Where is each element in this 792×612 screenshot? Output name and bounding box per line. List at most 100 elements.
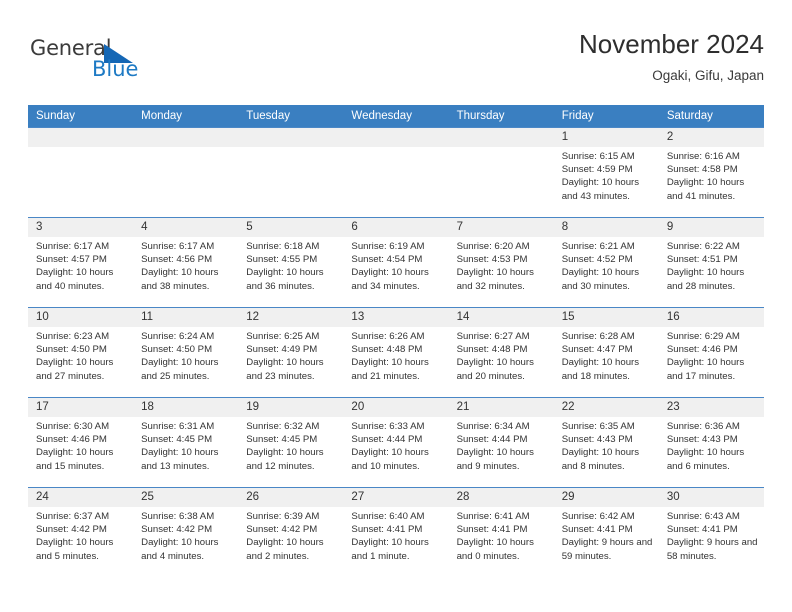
sunset-text: Sunset: 4:57 PM	[36, 254, 107, 266]
sunrise-text: Sunrise: 6:16 AM	[666, 151, 740, 162]
day-details: Sunrise: 6:30 AM Sunset: 4:46 PM Daylight:…	[28, 417, 133, 473]
day-number: 18	[133, 398, 239, 417]
day-details: Sunrise: 6:22 AM Sunset: 4:51 PM Daylight:…	[659, 237, 764, 293]
calendar-day-cell[interactable]: 2 Sunrise: 6:16 AM Sunset: 4:58 PM Daylight…	[658, 127, 764, 218]
day-number: 17	[28, 398, 134, 417]
day-number: 22	[553, 398, 659, 417]
calendar-day-cell[interactable]: 20 Sunrise: 6:33 AM Sunset: 4:44 PM Dayligh…	[343, 397, 449, 488]
day-number: 28	[448, 488, 554, 507]
day-details: Sunrise: 6:28 AM Sunset: 4:47 PM Daylight:…	[554, 327, 659, 383]
calendar-day-cell[interactable]: 18 Sunrise: 6:31 AM Sunset: 4:45 PM Dayligh…	[133, 397, 239, 488]
sunrise-text: Sunrise: 6:23 AM	[36, 331, 110, 342]
calendar-day-cell[interactable]: 6 Sunrise: 6:19 AM Sunset: 4:54 PM Daylight…	[343, 217, 449, 308]
sunrise-text: Sunrise: 6:17 AM	[141, 241, 215, 252]
sunset-text: Sunset: 4:53 PM	[456, 254, 528, 266]
day-details: Sunrise: 6:27 AM Sunset: 4:48 PM Daylight:…	[449, 327, 554, 383]
calendar-cell-empty	[448, 127, 554, 218]
daylight-text: Daylight: 10 hours and 34 minutes.	[351, 267, 429, 292]
day-details: Sunrise: 6:42 AM Sunset: 4:41 PM Daylight:…	[554, 507, 659, 563]
sunrise-text: Sunrise: 6:18 AM	[246, 241, 320, 252]
sunset-text: Sunset: 4:44 PM	[351, 434, 423, 446]
calendar-day-cell[interactable]: 29 Sunrise: 6:42 AM Sunset: 4:41 PM Dayligh…	[553, 487, 659, 580]
daylight-text: Daylight: 10 hours and 13 minutes.	[141, 447, 219, 472]
day-number: 24	[28, 488, 134, 507]
calendar-day-cell[interactable]: 28 Sunrise: 6:41 AM Sunset: 4:41 PM Dayligh…	[448, 487, 554, 580]
calendar-day-cell[interactable]: 15 Sunrise: 6:28 AM Sunset: 4:47 PM Dayligh…	[553, 307, 659, 398]
sunset-text: Sunset: 4:56 PM	[141, 254, 213, 266]
day-details: Sunrise: 6:38 AM Sunset: 4:42 PM Daylight:…	[133, 507, 238, 563]
calendar-day-cell[interactable]: 4 Sunrise: 6:17 AM Sunset: 4:56 PM Daylight…	[133, 217, 239, 308]
calendar-day-cell[interactable]: 24 Sunrise: 6:37 AM Sunset: 4:42 PM Dayligh…	[28, 487, 134, 580]
day-details: Sunrise: 6:26 AM Sunset: 4:48 PM Daylight:…	[343, 327, 448, 383]
day-details: Sunrise: 6:43 AM Sunset: 4:41 PM Daylight:…	[659, 507, 764, 563]
sunset-text: Sunset: 4:49 PM	[246, 344, 318, 356]
day-details: Sunrise: 6:37 AM Sunset: 4:42 PM Daylight:…	[28, 507, 133, 563]
calendar-day-cell[interactable]: 16 Sunrise: 6:29 AM Sunset: 4:46 PM Dayligh…	[658, 307, 764, 398]
day-details: Sunrise: 6:24 AM Sunset: 4:50 PM Daylight:…	[133, 327, 238, 383]
calendar-week-row: 1 Sunrise: 6:15 AM Sunset: 4:59 PM Daylight…	[28, 127, 764, 218]
day-details	[238, 147, 343, 150]
sunrise-text: Sunrise: 6:33 AM	[351, 421, 425, 432]
day-details: Sunrise: 6:33 AM Sunset: 4:44 PM Daylight:…	[343, 417, 448, 473]
day-number: 8	[553, 218, 659, 237]
calendar-day-cell[interactable]: 25 Sunrise: 6:38 AM Sunset: 4:42 PM Dayligh…	[133, 487, 239, 580]
day-details	[28, 147, 133, 150]
sunset-text: Sunset: 4:59 PM	[561, 164, 633, 176]
sunrise-text: Sunrise: 6:32 AM	[246, 421, 320, 432]
daylight-text: Daylight: 10 hours and 10 minutes.	[351, 447, 429, 472]
page-header: General Blue November 2024 Ogaki, Gifu, …	[28, 28, 764, 98]
calendar-day-cell[interactable]: 22 Sunrise: 6:35 AM Sunset: 4:43 PM Dayligh…	[553, 397, 659, 488]
calendar-header-row: Sunday Monday Tuesday Wednesday Thursday Frid…	[28, 105, 764, 128]
calendar-day-cell[interactable]: 1 Sunrise: 6:15 AM Sunset: 4:59 PM Daylight…	[553, 127, 659, 218]
sunrise-text: Sunrise: 6:39 AM	[246, 511, 320, 522]
daylight-text: Daylight: 10 hours and 2 minutes.	[246, 537, 324, 562]
weekday-header-sunday: Sunday	[28, 105, 134, 128]
calendar-day-cell[interactable]: 30 Sunrise: 6:43 AM Sunset: 4:41 PM Dayligh…	[658, 487, 764, 580]
day-details	[343, 147, 448, 150]
calendar-day-cell[interactable]: 12 Sunrise: 6:25 AM Sunset: 4:49 PM Dayligh…	[238, 307, 344, 398]
sunrise-text: Sunrise: 6:19 AM	[351, 241, 425, 252]
calendar-day-cell[interactable]: 9 Sunrise: 6:22 AM Sunset: 4:51 PM Daylight…	[658, 217, 764, 308]
day-number: 20	[343, 398, 449, 417]
day-number: 23	[658, 398, 764, 417]
general-blue-logo[interactable]: General Blue	[30, 36, 200, 88]
sunset-text: Sunset: 4:54 PM	[351, 254, 423, 266]
day-number: 12	[238, 308, 344, 327]
calendar-day-cell[interactable]: 7 Sunrise: 6:20 AM Sunset: 4:53 PM Daylight…	[448, 217, 554, 308]
sunset-text: Sunset: 4:45 PM	[246, 434, 318, 446]
calendar-day-cell[interactable]: 13 Sunrise: 6:26 AM Sunset: 4:48 PM Dayligh…	[343, 307, 449, 398]
page-subtitle: Ogaki, Gifu, Japan	[652, 68, 764, 83]
day-details: Sunrise: 6:23 AM Sunset: 4:50 PM Daylight:…	[28, 327, 133, 383]
sunrise-text: Sunrise: 6:36 AM	[666, 421, 740, 432]
sunset-text: Sunset: 4:43 PM	[666, 434, 738, 446]
sunset-text: Sunset: 4:41 PM	[561, 524, 633, 536]
day-number: 7	[448, 218, 554, 237]
calendar-day-cell[interactable]: 3 Sunrise: 6:17 AM Sunset: 4:57 PM Daylight…	[28, 217, 134, 308]
day-details: Sunrise: 6:20 AM Sunset: 4:53 PM Daylight:…	[449, 237, 554, 293]
daylight-text: Daylight: 10 hours and 30 minutes.	[561, 267, 640, 292]
day-number: 29	[553, 488, 659, 507]
day-details	[133, 147, 238, 150]
calendar-day-cell[interactable]: 27 Sunrise: 6:40 AM Sunset: 4:41 PM Dayligh…	[343, 487, 449, 580]
daylight-text: Daylight: 10 hours and 43 minutes.	[561, 177, 640, 202]
calendar-day-cell[interactable]: 11 Sunrise: 6:24 AM Sunset: 4:50 PM Dayligh…	[133, 307, 239, 398]
calendar-day-cell[interactable]: 5 Sunrise: 6:18 AM Sunset: 4:55 PM Daylight…	[238, 217, 344, 308]
calendar-day-cell[interactable]: 17 Sunrise: 6:30 AM Sunset: 4:46 PM Dayligh…	[28, 397, 134, 488]
calendar-day-cell[interactable]: 21 Sunrise: 6:34 AM Sunset: 4:44 PM Dayligh…	[448, 397, 554, 488]
day-details: Sunrise: 6:34 AM Sunset: 4:44 PM Daylight:…	[449, 417, 554, 473]
calendar-day-cell[interactable]: 23 Sunrise: 6:36 AM Sunset: 4:43 PM Dayligh…	[658, 397, 764, 488]
daylight-text: Daylight: 10 hours and 17 minutes.	[666, 357, 745, 382]
day-number: 3	[28, 218, 134, 237]
calendar-day-cell[interactable]: 26 Sunrise: 6:39 AM Sunset: 4:42 PM Dayligh…	[238, 487, 344, 580]
sunset-text: Sunset: 4:41 PM	[456, 524, 528, 536]
calendar-day-cell[interactable]: 8 Sunrise: 6:21 AM Sunset: 4:52 PM Daylight…	[553, 217, 659, 308]
day-details: Sunrise: 6:19 AM Sunset: 4:54 PM Daylight:…	[343, 237, 448, 293]
calendar-day-cell[interactable]: 14 Sunrise: 6:27 AM Sunset: 4:48 PM Dayligh…	[448, 307, 554, 398]
day-details: Sunrise: 6:36 AM Sunset: 4:43 PM Daylight:…	[659, 417, 764, 473]
calendar-day-cell[interactable]: 19 Sunrise: 6:32 AM Sunset: 4:45 PM Dayligh…	[238, 397, 344, 488]
daylight-text: Daylight: 10 hours and 25 minutes.	[141, 357, 219, 382]
sunset-text: Sunset: 4:41 PM	[666, 524, 738, 536]
daylight-text: Daylight: 10 hours and 5 minutes.	[36, 537, 114, 562]
daylight-text: Daylight: 10 hours and 0 minutes.	[456, 537, 534, 562]
calendar-day-cell[interactable]: 10 Sunrise: 6:23 AM Sunset: 4:50 PM Dayligh…	[28, 307, 134, 398]
